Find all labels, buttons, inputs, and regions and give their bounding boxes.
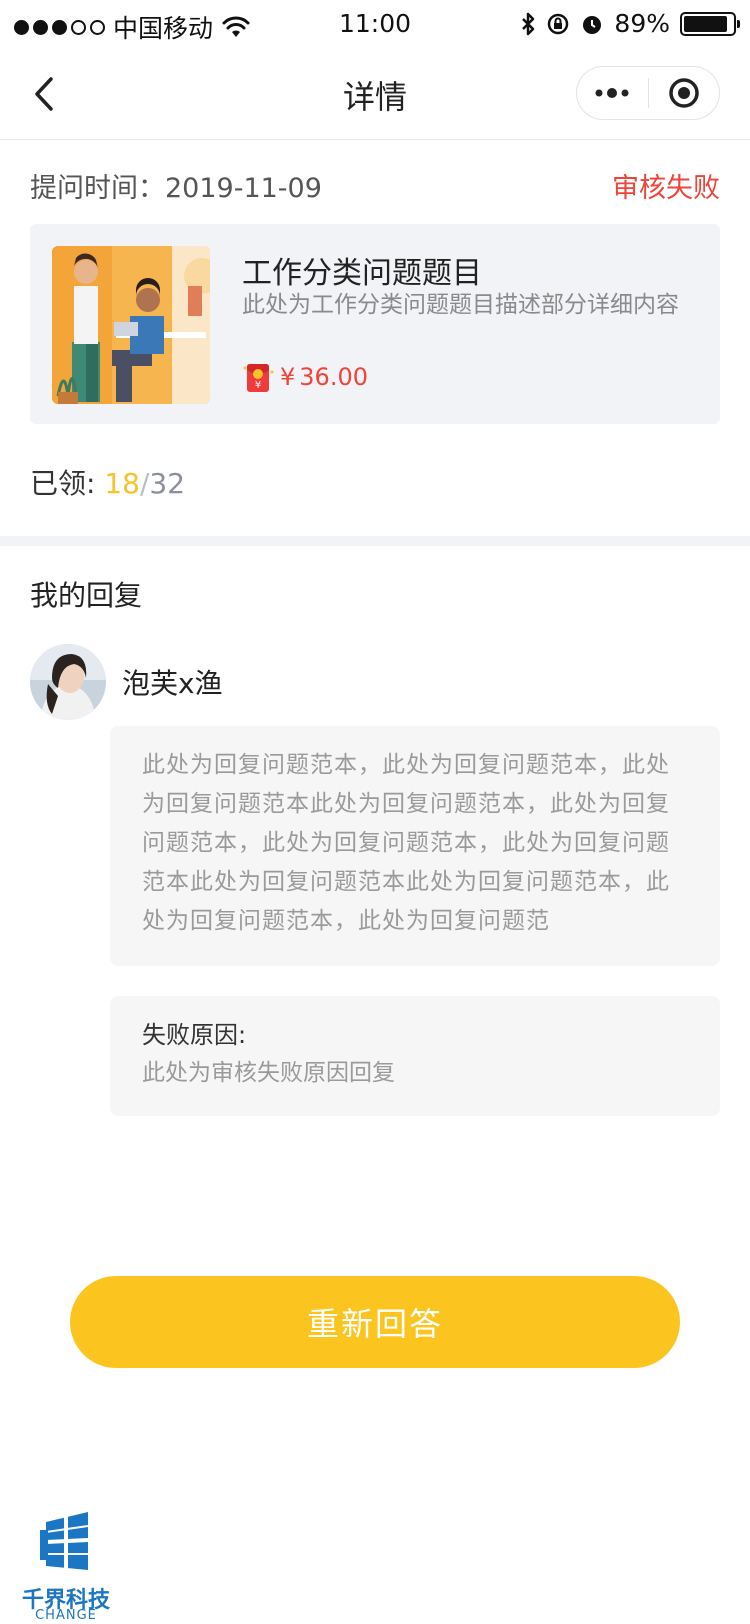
brand-watermark: 千界科技 CHANGE [4, 1508, 124, 1624]
nav-bar: 详情 [0, 48, 750, 140]
red-envelope-icon: ¥ [243, 364, 274, 392]
reward-amount: 36.00 [299, 363, 368, 391]
username: 泡芙x渔 [122, 667, 223, 700]
battery-percent: 89% [614, 9, 670, 38]
close-button[interactable] [649, 67, 720, 119]
failure-reason-box: 失败原因: 此处为审核失败原因回复 [110, 996, 720, 1116]
status-right: 89% [520, 9, 740, 38]
target-close-icon [669, 78, 699, 108]
reward: ¥ ¥36.00 [240, 360, 368, 394]
rotation-lock-icon [548, 13, 569, 34]
claimed-separator: / [139, 467, 150, 500]
question-time: 提问时间：2019-11-09 [30, 166, 322, 205]
question-time-value: 2019-11-09 [165, 173, 322, 204]
bluetooth-icon [522, 12, 535, 35]
claimed-total: 32 [149, 467, 186, 500]
section-divider [0, 536, 750, 546]
claimed-count: 已领: 18/32 [30, 462, 185, 502]
claimed-label: 已领: [30, 467, 105, 500]
reply-content-box: 此处为回复问题范本，此处为回复问题范本，此处为回复问题范本此处为回复问题范本，此… [110, 726, 720, 966]
task-thumbnail [52, 246, 210, 404]
failure-reason-text: 此处为审核失败原因回复 [142, 1060, 395, 1086]
task-description: 此处为工作分类问题题目描述部分详细内容 [242, 292, 679, 318]
more-dots-icon [595, 88, 629, 98]
mini-program-capsule [576, 66, 720, 120]
failure-reason-label: 失败原因: [142, 1021, 247, 1049]
windows-logo-icon [40, 1512, 89, 1570]
alarm-icon [583, 15, 602, 34]
section-title-my-reply: 我的回复 [30, 579, 143, 612]
battery-icon [680, 11, 740, 36]
reanswer-button[interactable]: 重新回答 [70, 1276, 680, 1368]
question-time-label: 提问时间： [30, 173, 165, 204]
reply-text: 此处为回复问题范本，此处为回复问题范本，此处为回复问题范本此处为回复问题范本，此… [142, 752, 670, 934]
task-card[interactable]: 工作分类问题题目 此处为工作分类问题题目描述部分详细内容 ¥ ¥36.00 [30, 224, 720, 424]
battery-level [684, 15, 727, 32]
more-button[interactable] [577, 67, 648, 119]
status-bar: 中国移动 11:00 89% [0, 0, 750, 48]
brand-subtitle: CHANGE [35, 1608, 97, 1623]
task-title: 工作分类问题题目 [242, 256, 482, 291]
svg-text:¥: ¥ [255, 380, 261, 391]
claimed-number: 18 [104, 467, 140, 500]
avatar[interactable] [30, 644, 106, 720]
reward-symbol: ¥ [280, 363, 296, 391]
review-status: 审核失败 [612, 173, 720, 204]
